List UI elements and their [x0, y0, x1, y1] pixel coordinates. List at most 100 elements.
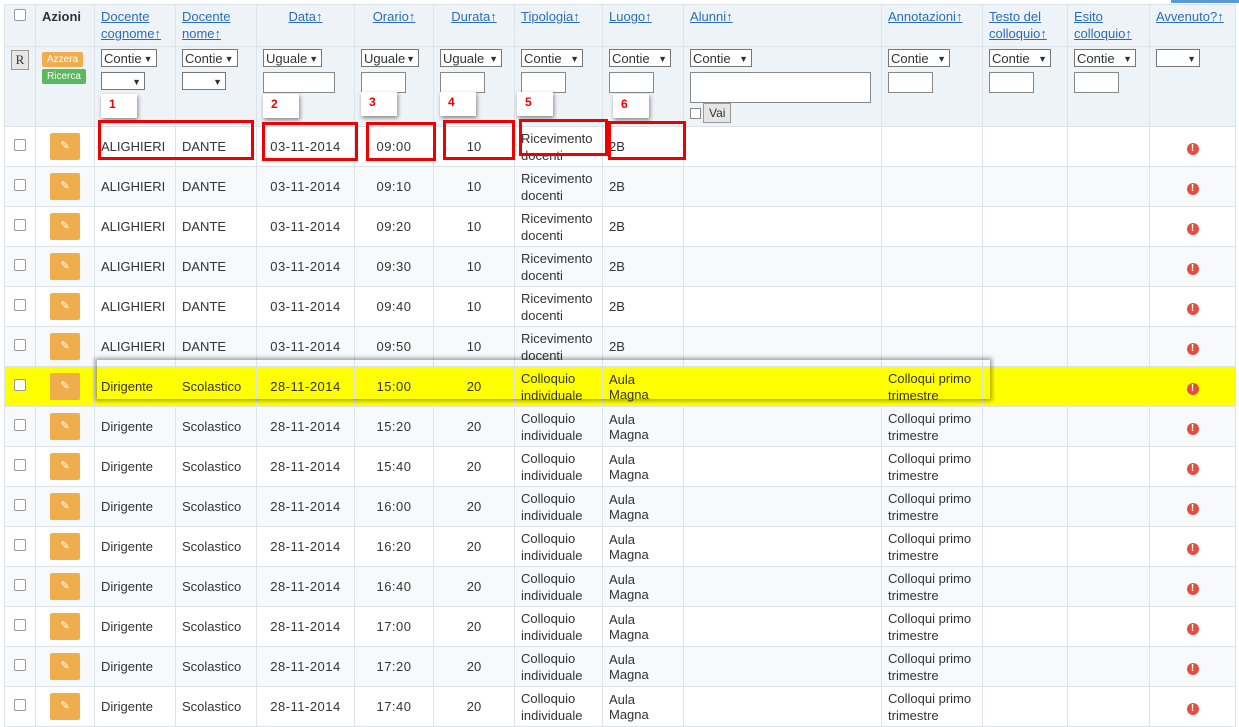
col-docente-nome[interactable]: Docente nome↑ — [175, 4, 257, 47]
annotazioni-filter-input[interactable] — [888, 72, 933, 93]
table-row: ✎ Dirigente Scolastico 28-11-2014 17:20 20 Col… — [4, 646, 1236, 687]
sort-orario[interactable]: Orario↑ — [373, 9, 416, 24]
row-checkbox[interactable] — [14, 339, 26, 351]
alunni-filter-textarea[interactable] — [690, 72, 871, 103]
edit-icon[interactable]: ✎ — [50, 573, 80, 600]
edit-icon[interactable]: ✎ — [50, 693, 80, 720]
cell-testo-colloquio — [982, 286, 1068, 327]
sort-alunni[interactable]: Alunni↑ — [690, 9, 733, 24]
sort-data[interactable]: Data↑ — [289, 9, 323, 24]
col-esito[interactable]: Esito colloquio↑ — [1067, 4, 1150, 47]
avvenuto-select[interactable]: ▼ — [1156, 49, 1200, 67]
row-checkbox[interactable] — [14, 699, 26, 711]
row-checkbox[interactable] — [14, 499, 26, 511]
edit-icon[interactable]: ✎ — [50, 133, 80, 160]
testo-operator-select[interactable]: Contie ▼ — [989, 49, 1051, 67]
col-luogo[interactable]: Luogo↑ — [602, 4, 684, 47]
header-row: Azioni Docente cognome↑ Docente nome↑ Data… — [4, 4, 1236, 47]
edit-icon[interactable]: ✎ — [50, 453, 80, 480]
edit-icon[interactable]: ✎ — [50, 213, 80, 240]
row-checkbox[interactable] — [14, 619, 26, 631]
tipologia-line: docenti — [521, 267, 563, 283]
vai-button[interactable]: Vai — [703, 103, 732, 123]
col-tipologia[interactable]: Tipologia↑ — [514, 4, 603, 47]
nome-value-select[interactable]: ▼ — [182, 72, 226, 90]
alunni-operator-select[interactable]: Contie ▼ — [690, 49, 752, 67]
sort-testo-colloquio[interactable]: Testo del colloquio↑ — [989, 9, 1047, 41]
cell-orario: 16:00 — [354, 486, 434, 527]
edit-icon[interactable]: ✎ — [50, 173, 80, 200]
sort-annotazioni[interactable]: Annotazioni↑ — [888, 9, 962, 24]
row-checkbox[interactable] — [14, 259, 26, 271]
col-orario[interactable]: Orario↑ — [354, 4, 434, 47]
sort-durata[interactable]: Durata↑ — [451, 9, 497, 24]
row-checkbox[interactable] — [14, 379, 26, 391]
orario-filter-input[interactable] — [361, 72, 406, 93]
data-operator-select[interactable]: Uguale ▼ — [263, 49, 323, 67]
sort-docente-nome[interactable]: Docente nome↑ — [182, 9, 230, 41]
col-data[interactable]: Data↑ — [256, 4, 355, 47]
reset-button[interactable]: R — [11, 50, 29, 70]
luogo-operator-select[interactable]: Contie ▼ — [609, 49, 671, 67]
edit-icon[interactable]: ✎ — [50, 253, 80, 280]
cell-annotazioni: Colloqui primo trimestre — [881, 566, 983, 607]
alunni-checkbox[interactable] — [690, 108, 701, 120]
col-alunni[interactable]: Alunni↑ — [683, 4, 882, 47]
row-checkbox[interactable] — [14, 179, 26, 191]
row-checkbox[interactable] — [14, 299, 26, 311]
edit-icon[interactable]: ✎ — [50, 533, 80, 560]
col-docente-cognome[interactable]: Docente cognome↑ — [94, 4, 176, 47]
select-all-checkbox[interactable] — [14, 9, 26, 21]
top-accent-bar — [1171, 0, 1239, 3]
row-checkbox[interactable] — [14, 419, 26, 431]
cell-tipologia: Ricevimento docenti — [514, 246, 603, 287]
data-filter-input[interactable] — [263, 72, 335, 93]
azzera-button[interactable]: Azzera — [42, 52, 84, 67]
edit-icon[interactable]: ✎ — [50, 293, 80, 320]
cognome-operator-select[interactable]: Contie ▼ — [101, 49, 157, 67]
col-annotazioni[interactable]: Annotazioni↑ — [881, 4, 983, 47]
esito-filter-input[interactable] — [1074, 72, 1119, 93]
sort-luogo[interactable]: Luogo↑ — [609, 9, 652, 24]
tipologia-filter-input[interactable] — [521, 72, 566, 93]
edit-icon[interactable]: ✎ — [50, 493, 80, 520]
annotazioni-line: Colloqui primo — [888, 490, 972, 506]
tipologia-line: individuale — [521, 667, 583, 683]
col-avvenuto[interactable]: Avvenuto?↑ — [1149, 4, 1236, 47]
edit-icon[interactable]: ✎ — [50, 653, 80, 680]
row-checkbox[interactable] — [14, 579, 26, 591]
edit-icon[interactable]: ✎ — [50, 413, 80, 440]
edit-icon[interactable]: ✎ — [50, 333, 80, 360]
filter-orario-cell: Uguale ▼ 3 — [354, 46, 434, 127]
row-select-cell — [4, 126, 36, 167]
row-checkbox[interactable] — [14, 139, 26, 151]
orario-operator-select[interactable]: Uguale ▼ — [361, 49, 419, 67]
sort-docente-cognome[interactable]: Docente cognome↑ — [101, 9, 161, 41]
row-checkbox[interactable] — [14, 659, 26, 671]
cell-tipologia: Ricevimento docenti — [514, 206, 603, 247]
sort-avvenuto[interactable]: Avvenuto?↑ — [1156, 9, 1224, 24]
durata-operator-select[interactable]: Uguale ▼ — [440, 49, 502, 67]
sort-tipologia[interactable]: Tipologia↑ — [521, 9, 580, 24]
cognome-value-select[interactable]: ▼ — [101, 72, 145, 90]
tipologia-operator-select[interactable]: Contie ▼ — [521, 49, 583, 67]
cell-avvenuto: ! — [1149, 406, 1236, 447]
testo-filter-input[interactable] — [989, 72, 1034, 93]
cell-tipologia: Colloquio individuale — [514, 486, 603, 527]
ricerca-button[interactable]: Ricerca — [42, 69, 86, 84]
luogo-filter-input[interactable] — [609, 72, 654, 93]
col-testo[interactable]: Testo del colloquio↑ — [982, 4, 1068, 47]
edit-icon[interactable]: ✎ — [50, 613, 80, 640]
cell-tipologia: Colloquio individuale — [514, 646, 603, 687]
annotazioni-operator-select[interactable]: Contie ▼ — [888, 49, 950, 67]
durata-filter-input[interactable] — [440, 72, 485, 93]
row-checkbox[interactable] — [14, 539, 26, 551]
cell-annotazioni: Colloqui primo trimestre — [881, 486, 983, 527]
sort-esito-colloquio[interactable]: Esito colloquio↑ — [1074, 9, 1132, 41]
col-durata[interactable]: Durata↑ — [433, 4, 515, 47]
row-checkbox[interactable] — [14, 219, 26, 231]
nome-operator-select[interactable]: Contie ▼ — [182, 49, 238, 67]
esito-operator-select[interactable]: Contie ▼ — [1074, 49, 1136, 67]
row-checkbox[interactable] — [14, 459, 26, 471]
edit-icon[interactable]: ✎ — [50, 373, 80, 400]
